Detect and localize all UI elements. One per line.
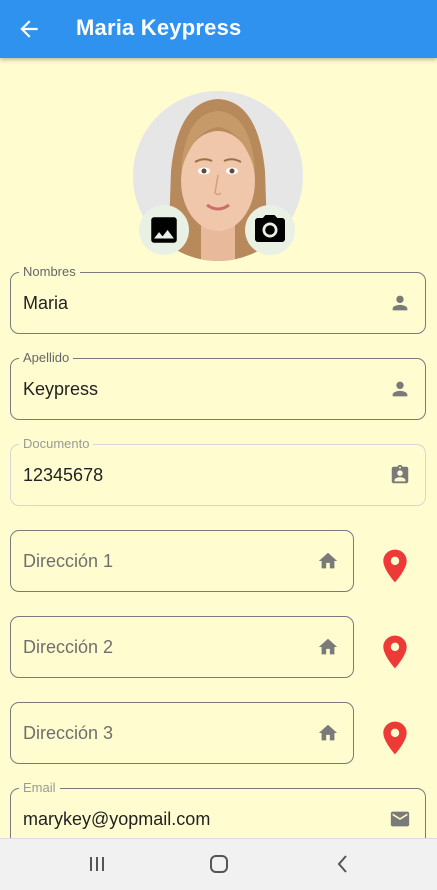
direccion1-field[interactable]: Dirección 1 — [10, 530, 354, 592]
badge-icon — [391, 464, 409, 484]
person-icon — [392, 381, 408, 397]
email-label: Email — [19, 780, 60, 795]
direccion3-placeholder: Dirección 3 — [23, 723, 114, 743]
home-icon — [318, 552, 338, 569]
image-icon — [151, 217, 177, 243]
apellido-value: Keypress — [23, 379, 99, 399]
app-bar: Maria Keypress — [0, 0, 437, 58]
gallery-button[interactable] — [139, 205, 189, 255]
location-pin-icon[interactable] — [381, 634, 409, 670]
direccion2-field[interactable]: Dirección 2 — [10, 616, 354, 678]
location-pin-icon[interactable] — [381, 720, 409, 756]
recents-icon[interactable] — [86, 853, 108, 875]
apellido-label: Apellido — [19, 350, 74, 365]
system-nav-bar — [0, 838, 437, 890]
nombres-value: Maria — [23, 293, 69, 313]
page-title: Maria Keypress — [76, 15, 242, 40]
documento-label: Documento — [19, 436, 94, 451]
mail-icon — [390, 811, 410, 827]
documento-field[interactable]: Documento 12345678 — [10, 436, 426, 506]
home-icon — [318, 638, 338, 655]
back-nav-icon[interactable] — [332, 853, 354, 875]
direccion2-placeholder: Dirección 2 — [23, 637, 114, 657]
home-icon — [318, 724, 338, 741]
nombres-field[interactable]: Nombres Maria — [10, 264, 426, 334]
direccion1-placeholder: Dirección 1 — [23, 551, 114, 571]
arrow-back-icon[interactable] — [16, 16, 42, 42]
apellido-field[interactable]: Apellido Keypress — [10, 350, 426, 420]
camera-button[interactable] — [245, 205, 295, 255]
home-nav-icon[interactable] — [208, 853, 230, 875]
documento-value: 12345678 — [23, 465, 104, 485]
nombres-label: Nombres — [19, 264, 80, 279]
email-value: marykey@yopmail.com — [23, 809, 211, 829]
direccion3-field[interactable]: Dirección 3 — [10, 702, 354, 764]
camera-icon — [255, 215, 285, 242]
location-pin-icon[interactable] — [381, 548, 409, 584]
person-icon — [392, 295, 408, 311]
